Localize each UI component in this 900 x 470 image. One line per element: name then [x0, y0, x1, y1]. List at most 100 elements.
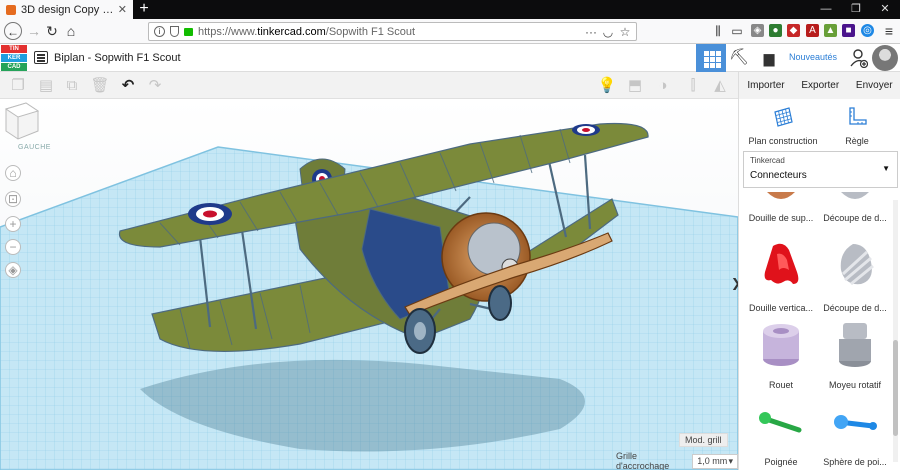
shape-item[interactable]: Découpe de d... [819, 192, 891, 223]
group-icon[interactable]: ⬒ [625, 76, 645, 96]
shape-label: Moyeu rotatif [828, 380, 882, 390]
edit-grid-button[interactable]: Mod. grill [679, 433, 728, 447]
pdf-extension-icon[interactable]: A [806, 24, 819, 37]
panel-scrollbar-thumb[interactable] [893, 340, 898, 436]
extension-icon[interactable]: ◎ [861, 24, 874, 37]
back-arrow-icon[interactable]: ← [4, 22, 22, 40]
extension-icon[interactable]: ◈ [751, 24, 764, 37]
workplane-scene[interactable] [0, 99, 738, 470]
shape-label: Sphère de poi... [823, 457, 887, 467]
shape-item[interactable]: Douille vertica... [745, 240, 817, 313]
reload-icon[interactable]: ↻ [43, 22, 61, 40]
browser-tab[interactable]: 3D design Copy of Sopwith F.1 ✕ [0, 0, 133, 19]
right-wheel[interactable] [488, 285, 512, 321]
design-menu-icon[interactable] [34, 51, 48, 64]
news-link[interactable]: Nouveautés [789, 52, 837, 62]
chevron-down-icon: ▼ [882, 164, 890, 173]
library-icon[interactable]: ⫼ [709, 22, 727, 40]
home-icon[interactable]: ⌂ [62, 22, 80, 40]
more-actions-icon[interactable]: ··· [585, 25, 597, 39]
snap-grid-select[interactable]: 1,0 mm ▾ [692, 453, 738, 469]
copy-icon[interactable]: ❐ [8, 76, 28, 96]
shapes-panel: Importer Exporter Envoyer Plan construct… [738, 72, 900, 470]
shape-item[interactable]: Sphère de poi... [819, 394, 891, 467]
ruler-tool[interactable]: Règle [817, 106, 897, 146]
ruler-label: Règle [845, 136, 869, 146]
extension-icon[interactable]: ▲ [824, 24, 837, 37]
extension-icon[interactable]: ● [769, 24, 782, 37]
ungroup-icon[interactable]: ◑ [653, 76, 673, 96]
shape-item[interactable]: Moyeu rotatif [819, 317, 891, 390]
shape-label: Découpe de d... [823, 303, 887, 313]
align-icon[interactable]: ⫿ [683, 76, 703, 96]
send-button[interactable]: Envoyer [852, 77, 897, 94]
ruler-icon [849, 107, 867, 125]
logo-letters-row-3: CAD [1, 63, 27, 71]
browser-nav-bar: ← → ↻ ⌂ i https://www.tinkercad.com/Sopw… [0, 19, 900, 44]
view-cube-face-label: GAUCHE [18, 144, 51, 151]
tinkercad-logo[interactable]: TIN KER CAD [1, 45, 27, 71]
minimize-window-icon[interactable]: — [812, 0, 840, 19]
shape-item[interactable]: Douille de sup... [745, 192, 817, 223]
shape-library-select[interactable]: Tinkercad Connecteurs ▼ [743, 151, 898, 188]
home-view-icon[interactable]: ⌂ [5, 165, 21, 181]
secure-lock-icon [184, 27, 193, 36]
3d-workplane-viewport[interactable]: GAUCHE ⌂ ⊡ + − ◈ Mod. grill Grille d'acc… [0, 99, 738, 470]
zoom-out-icon[interactable]: − [5, 239, 21, 255]
zoom-in-icon[interactable]: + [5, 216, 21, 232]
upper-wing-roundel-right-center [582, 128, 590, 132]
export-button[interactable]: Exporter [797, 77, 843, 94]
perspective-toggle-icon[interactable]: ◈ [5, 262, 21, 278]
app-header: TIN KER CAD Biplan - Sopwith F1 Scout ⛏ … [0, 44, 900, 72]
site-info-icon[interactable]: i [154, 26, 165, 37]
workplane-tool[interactable]: Plan construction [743, 106, 823, 146]
url-bar[interactable]: i https://www.tinkercad.com/Sopwith F1 S… [148, 22, 637, 41]
new-tab-button[interactable]: + [137, 0, 151, 19]
paste-icon[interactable]: ▤ [36, 76, 56, 96]
delete-trash-icon[interactable]: 🗑 [90, 76, 110, 96]
sidebar-icon[interactable]: ▭ [728, 22, 746, 40]
rotating-hub-thumb [839, 323, 871, 367]
undo-icon[interactable]: ↶ [118, 76, 138, 96]
logo-letters-row-1: TIN [1, 45, 27, 53]
forward-arrow-icon[interactable]: → [25, 22, 43, 40]
upper-wing-roundel-center [203, 210, 217, 218]
3d-view-grid-button[interactable] [696, 44, 726, 72]
bookmark-star-icon[interactable]: ☆ [619, 25, 631, 39]
shape-label: Découpe de d... [823, 213, 887, 223]
shape-label: Poignée [764, 457, 798, 467]
extension-icon[interactable]: ■ [842, 24, 855, 37]
restore-window-icon[interactable]: ❐ [842, 0, 870, 19]
shape-item[interactable]: Poignée [745, 394, 817, 467]
fit-view-icon[interactable]: ⊡ [5, 191, 21, 207]
light-bulb-icon[interactable]: 💡 [597, 76, 617, 96]
snap-grid-label: Grille d'accrochage [616, 451, 670, 470]
library-category: Connecteurs [750, 170, 807, 181]
snap-grid-value: 1,0 mm [697, 455, 728, 466]
cutout-thumb [840, 244, 874, 286]
tracking-shield-icon[interactable] [170, 26, 179, 37]
design-name[interactable]: Biplan - Sopwith F1 Scout [54, 52, 181, 64]
collapse-panel-chevron-icon[interactable]: ❯ [731, 271, 738, 295]
lego-brick-icon[interactable]: ▆ [756, 46, 782, 70]
url-text[interactable]: https://www.tinkercad.com/Sopwith F1 Sco… [198, 26, 580, 38]
close-tab-icon[interactable]: ✕ [118, 3, 127, 16]
import-button[interactable]: Importer [743, 77, 788, 94]
file-actions: Importer Exporter Envoyer [739, 72, 900, 99]
add-user-icon[interactable] [850, 48, 868, 68]
duplicate-icon[interactable]: ⧉ [62, 76, 82, 96]
extension-icon[interactable]: ◆ [787, 24, 800, 37]
user-avatar[interactable] [872, 45, 898, 71]
redo-icon[interactable]: ↷ [145, 76, 165, 96]
hamburger-menu-icon[interactable]: ≡ [880, 22, 898, 40]
browser-tab-bar: 3D design Copy of Sopwith F.1 ✕ + — ❐ ✕ [0, 0, 900, 19]
ball-handle-thumb [834, 415, 877, 430]
pickaxe-icon[interactable]: ⛏ [726, 46, 752, 70]
view-cube[interactable] [0, 99, 42, 141]
close-window-icon[interactable]: ✕ [871, 0, 899, 19]
shape-item[interactable]: Rouet [745, 317, 817, 390]
pocket-icon[interactable]: ◡ [602, 25, 614, 39]
shape-item[interactable]: Découpe de d... [819, 240, 891, 313]
panel-scrollbar[interactable] [893, 200, 898, 462]
mirror-icon[interactable]: ◭ [710, 76, 730, 96]
